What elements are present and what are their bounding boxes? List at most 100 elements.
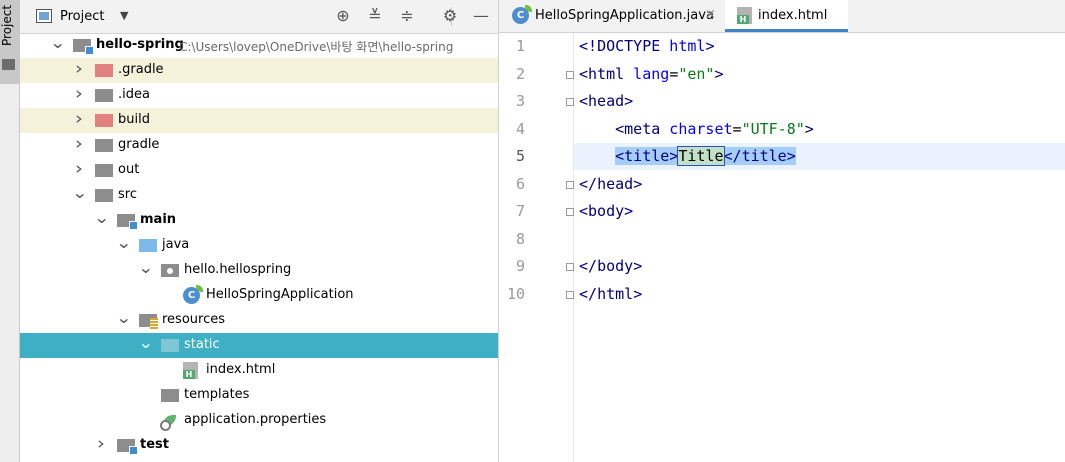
tree-row[interactable]: › out	[20, 158, 498, 183]
fold-marker-icon[interactable]	[566, 180, 574, 189]
chevron-right-icon[interactable]: ›	[72, 84, 86, 104]
code-line[interactable]: </body>	[574, 253, 1065, 280]
module-badge-icon	[85, 46, 94, 55]
code-line[interactable]	[574, 226, 1065, 253]
source-folder-icon	[139, 239, 157, 252]
package-dot-icon	[167, 268, 173, 274]
tree-row-selected[interactable]: ⌄ static	[20, 333, 498, 358]
chevron-down-icon[interactable]: ⌄	[72, 183, 88, 202]
tree-item-label: application.properties	[184, 412, 327, 427]
tree-item-label: HelloSpringApplication	[206, 287, 354, 302]
tool-window-strip: Project	[0, 0, 20, 462]
module-badge-icon	[129, 446, 138, 455]
html-file-icon: H	[737, 7, 752, 24]
expand-all-icon[interactable]: ≚	[365, 6, 385, 26]
tree-row[interactable]: ⌄ main	[20, 208, 498, 233]
tree-row[interactable]: › build	[20, 108, 498, 133]
html-file-icon: H	[183, 362, 198, 379]
line-number: 9	[515, 257, 525, 275]
code-line[interactable]: </head>	[574, 171, 1065, 198]
line-gutter: 1 2 3 4 5 6 7 8 9 10	[499, 33, 574, 462]
tree-item-label: resources	[162, 312, 226, 327]
code-line[interactable]: <meta charset="UTF-8">	[574, 116, 1065, 143]
line-number: 10	[506, 284, 525, 303]
tree-row[interactable]: Hindex.html	[20, 358, 498, 383]
chevron-down-icon[interactable]: ⌄	[138, 333, 154, 352]
chevron-down-icon[interactable]: ⌄	[94, 208, 110, 227]
spring-class-icon: C	[183, 285, 203, 304]
close-icon[interactable]: ×	[705, 7, 716, 22]
chevron-down-icon[interactable]: ⌄	[138, 258, 154, 277]
code-line[interactable]: <!DOCTYPE html>	[574, 33, 1065, 60]
tree-item-label: .idea	[118, 87, 150, 102]
tab-label: index.html	[758, 8, 828, 23]
fold-marker-icon[interactable]	[566, 263, 574, 271]
chevron-right-icon[interactable]: ›	[94, 434, 108, 454]
collapse-all-icon[interactable]: ≑	[397, 6, 417, 26]
tree-item-label: gradle	[118, 137, 160, 152]
tree-row[interactable]: › test	[20, 433, 498, 458]
hide-icon[interactable]: —	[471, 6, 491, 26]
tree-row[interactable]: templates	[20, 383, 498, 408]
code-line[interactable]: <head>	[574, 88, 1065, 115]
fold-marker-icon[interactable]	[566, 208, 574, 216]
code-text: </head>	[579, 174, 643, 193]
line-number: 7	[515, 202, 525, 220]
excluded-folder-icon	[95, 114, 113, 127]
folder-icon	[95, 89, 113, 102]
code-line[interactable]: <html lang="en">	[574, 61, 1065, 88]
tab-index-html[interactable]: Hindex.html	[725, 0, 848, 32]
tree-row[interactable]: › .gradle	[20, 58, 498, 83]
excluded-folder-icon	[95, 64, 113, 77]
properties-file-icon	[159, 412, 178, 431]
tree-row[interactable]: ⌄ resources	[20, 308, 498, 333]
project-view-selector[interactable]: Project	[60, 9, 104, 24]
line-number: 6	[515, 174, 525, 193]
chevron-right-icon[interactable]: ›	[72, 159, 86, 179]
chevron-right-icon[interactable]: ›	[72, 134, 86, 154]
chevron-right-icon[interactable]: ›	[72, 109, 86, 129]
fold-marker-icon[interactable]	[566, 70, 574, 79]
tree-item-label: test	[140, 437, 169, 452]
module-folder-icon	[73, 39, 94, 55]
code-text: <head>	[579, 92, 634, 110]
tree-row[interactable]: application.properties	[20, 408, 498, 433]
tree-row[interactable]: › gradle	[20, 133, 498, 158]
folder-icon	[95, 139, 113, 152]
chevron-right-icon[interactable]: ›	[72, 59, 86, 79]
project-tool-tab[interactable]: Project	[0, 0, 19, 84]
code-line-current[interactable]: <title>Title</title>	[574, 143, 1065, 170]
tree-item-label: hello-spring	[96, 37, 184, 52]
code-text: <title>Title</title>	[615, 146, 796, 166]
tree-item-label: src	[118, 187, 137, 202]
tree-row[interactable]: ⌄ hello.hellospring	[20, 258, 498, 283]
fold-marker-icon[interactable]	[566, 98, 574, 106]
chevron-down-icon[interactable]: ▼	[120, 9, 128, 22]
code-text: </body>	[579, 257, 643, 275]
tree-item-path: C:\Users\lovep\OneDrive\바탕 화면\hello-spri…	[179, 40, 454, 54]
project-panel: Project ▼ ⊕ ≚ ≑ ⚙ — ⌄ hello-spring C:\User…	[20, 0, 498, 462]
tree-row[interactable]: C HelloSpringApplication	[20, 283, 498, 308]
tree-row[interactable]: › .idea	[20, 83, 498, 108]
tree-row[interactable]: ⌄ java	[20, 233, 498, 258]
line-number: 1	[515, 37, 525, 55]
code-line[interactable]: </html>	[574, 281, 1065, 308]
chevron-down-icon[interactable]: ⌄	[116, 233, 132, 252]
chevron-down-icon[interactable]: ⌄	[116, 308, 132, 327]
code-text: <html lang="en">	[579, 64, 724, 83]
code-area[interactable]: <!DOCTYPE html> <html lang="en"> <head> <m…	[574, 33, 1065, 462]
editor: C HelloSpringApplication.java × Hindex.html…	[499, 0, 1065, 462]
tree-row[interactable]: ⌄ hello-spring C:\Users\lovep\OneDrive\바탕 …	[20, 33, 498, 58]
fold-marker-icon[interactable]	[566, 290, 574, 299]
module-folder-icon	[117, 214, 138, 230]
code-line[interactable]: <body>	[574, 198, 1065, 225]
tree-item-label: java	[162, 237, 190, 252]
chevron-down-icon[interactable]: ⌄	[50, 33, 66, 52]
gear-icon[interactable]: ⚙	[440, 6, 460, 26]
tab-hellospring-java[interactable]: C HelloSpringApplication.java ×	[499, 0, 725, 32]
code-text: </html>	[579, 284, 643, 303]
locate-icon[interactable]: ⊕	[333, 6, 353, 26]
tree-row[interactable]: ⌄ src	[20, 183, 498, 208]
line-number: 8	[515, 229, 525, 248]
tree-item-label: static	[184, 337, 220, 352]
